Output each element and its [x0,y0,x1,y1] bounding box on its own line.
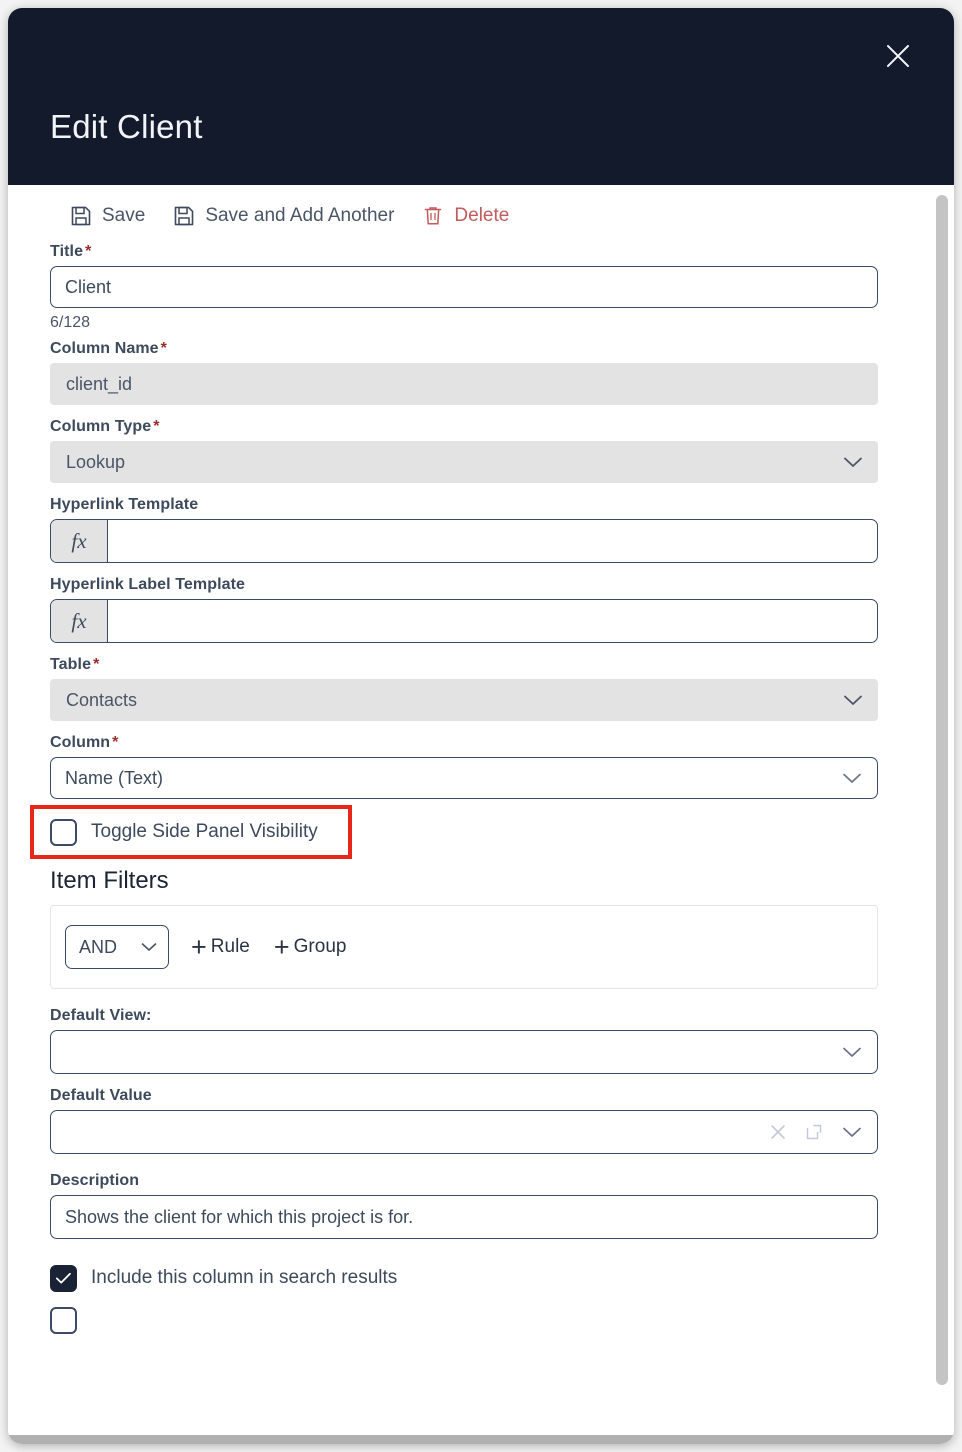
field-default-view: Default View: [8,1007,934,1074]
table-value: Contacts [66,689,138,710]
close-icon[interactable] [878,36,918,76]
field-description-label: Description [50,1172,140,1189]
vertical-scrollbar-thumb[interactable] [936,195,948,1385]
clipped-checkbox-row[interactable] [8,1299,934,1341]
save-button-label: Save [102,205,146,226]
column-value: Name (Text) [65,767,164,788]
fx-icon: fx [51,520,108,562]
field-table: Table * Contacts [8,656,934,721]
field-description: Description Shows the client for which t… [8,1172,934,1239]
default-value-input[interactable] [50,1110,878,1154]
field-title: Title * Client 6/128 [8,243,934,332]
required-marker: * [153,418,160,435]
hyperlink-label-template-input[interactable]: fx [50,599,878,643]
field-hyperlink-template-label: Hyperlink Template [50,496,199,513]
clipped-checkbox[interactable] [50,1306,77,1334]
add-rule-label: Rule [210,936,250,957]
hyperlink-template-input[interactable]: fx [50,519,878,563]
filter-conjunction-select[interactable]: AND [65,925,169,969]
field-column-type-label: Column Type * [50,418,160,435]
toggle-side-panel-highlight-region: Toggle Side Panel Visibility [8,805,934,859]
title-char-counter: 6/128 [50,314,91,331]
plus-icon: + [191,931,207,962]
field-column-type: Column Type * Lookup [8,418,934,483]
chevron-down-icon [842,455,864,469]
field-hyperlink-label-template: Hyperlink Label Template fx [8,576,934,643]
field-table-label: Table * [50,656,100,673]
include-in-search-row[interactable]: Include this column in search results [8,1257,934,1299]
column-name-value: client_id [66,373,133,394]
include-in-search-label: Include this column in search results [91,1267,398,1288]
required-marker: * [160,340,167,357]
chevron-down-icon [842,693,864,707]
page-title: Edit Client [50,108,203,145]
filter-conjunction-value: AND [79,936,118,957]
title-input[interactable]: Client [50,266,878,308]
action-toolbar: Save Save and Add Another Delete [8,185,934,227]
check-icon [55,1272,71,1283]
vertical-scrollbar-track[interactable] [934,185,952,1444]
modal-header: Edit Client [8,8,954,185]
clear-icon[interactable] [769,1123,787,1141]
default-view-select[interactable] [50,1030,878,1074]
hyperlink-label-template-value[interactable] [108,600,877,642]
toggle-side-panel-label: Toggle Side Panel Visibility [91,821,318,842]
modal-body: Save Save and Add Another Delete Title *… [8,185,954,1444]
delete-button[interactable]: Delete [422,205,509,227]
chevron-down-icon[interactable] [841,1125,863,1139]
field-column-label: Column * [50,734,119,751]
field-hyperlink-template: Hyperlink Template fx [8,496,934,563]
field-default-value: Default Value [8,1087,934,1154]
add-group-label: Group [293,936,347,957]
field-title-label: Title * [50,243,92,260]
hyperlink-template-value[interactable] [108,520,877,562]
required-marker: * [85,243,92,260]
floppy-disk-icon [70,205,92,227]
floppy-disk-icon [173,205,195,227]
field-column-name: Column Name * client_id [8,340,934,405]
delete-button-label: Delete [454,205,510,226]
field-default-value-label: Default Value [50,1087,152,1104]
title-input-value: Client [65,276,112,297]
table-select[interactable]: Contacts [50,679,878,721]
description-value: Shows the client for which this project … [65,1206,414,1227]
chevron-down-icon [841,771,863,785]
toggle-side-panel-checkbox[interactable] [50,818,77,846]
add-group-button[interactable]: + Group [273,931,347,962]
plus-icon: + [273,931,290,962]
field-column: Column * Name (Text) [8,734,934,799]
field-default-view-label: Default View: [50,1007,152,1024]
open-in-new-icon[interactable] [805,1123,823,1141]
column-type-value: Lookup [66,451,126,472]
include-in-search-checkbox[interactable] [50,1264,77,1292]
item-filters-panel: AND + Rule + Group [50,905,878,989]
toggle-side-panel-row[interactable]: Toggle Side Panel Visibility [30,811,934,853]
column-type-select[interactable]: Lookup [50,441,878,483]
save-and-add-another-button[interactable]: Save and Add Another [173,205,394,227]
required-marker: * [93,656,100,673]
item-filters-heading: Item Filters [50,867,169,894]
chevron-down-icon [140,937,158,958]
trash-icon [422,205,444,227]
horizontal-scrollbar[interactable] [8,1435,954,1444]
save-and-add-another-label: Save and Add Another [205,205,395,226]
field-hyperlink-label-template-label: Hyperlink Label Template [50,576,246,593]
fx-icon: fx [51,600,108,642]
save-button[interactable]: Save [70,205,145,227]
required-marker: * [112,734,119,751]
description-input[interactable]: Shows the client for which this project … [50,1195,878,1239]
chevron-down-icon [841,1045,863,1059]
column-name-input[interactable]: client_id [50,363,878,405]
add-rule-button[interactable]: + Rule [191,931,250,962]
column-select[interactable]: Name (Text) [50,757,878,799]
field-column-name-label: Column Name * [50,340,167,357]
edit-client-modal: Edit Client Save Save and Add Another De… [8,8,954,1444]
